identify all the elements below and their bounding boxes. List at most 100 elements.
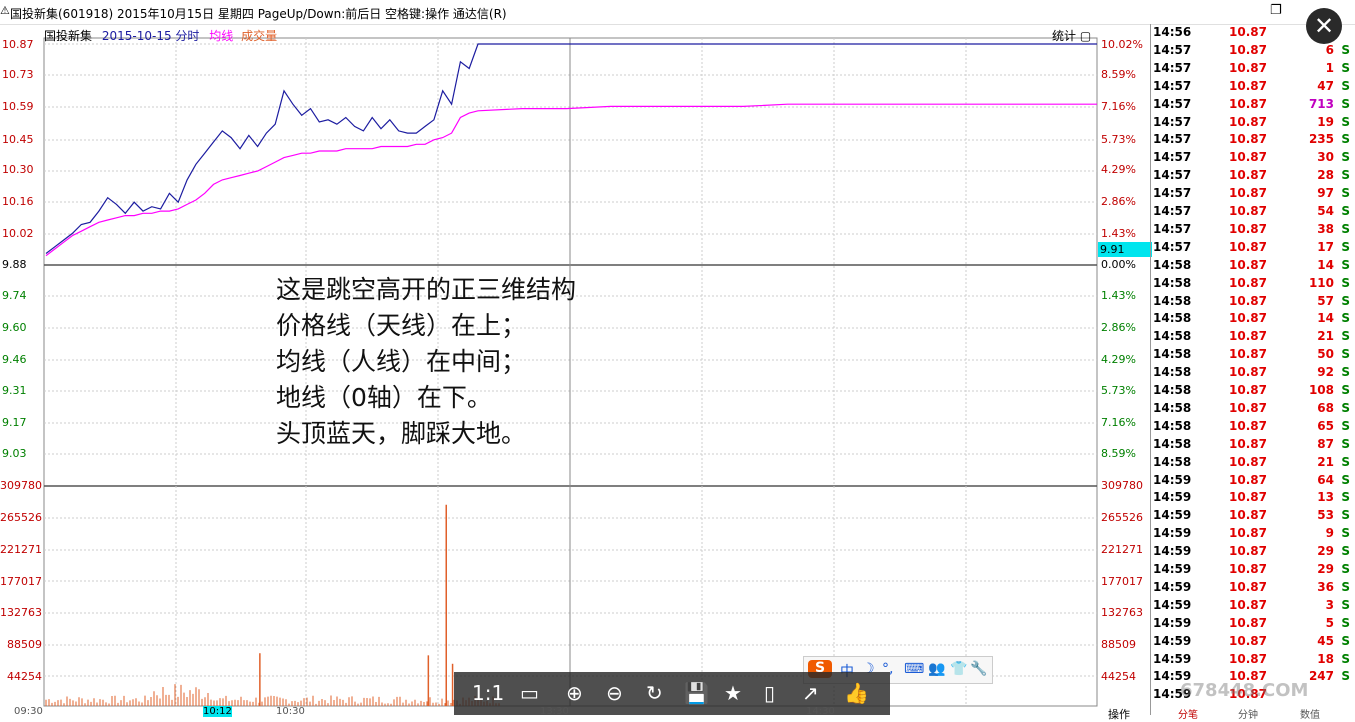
- tick-time: 14:59: [1153, 633, 1192, 648]
- tick-volume: 29: [1317, 562, 1334, 576]
- rotate-icon[interactable]: ↻: [646, 681, 663, 705]
- tick-price: 10.87: [1229, 436, 1267, 451]
- shirt-icon[interactable]: 👕: [950, 661, 967, 677]
- stock-name: 国投新集: [44, 29, 93, 43]
- zoom-in-icon[interactable]: ⊕: [566, 681, 583, 705]
- tick-side: S: [1341, 383, 1350, 397]
- favorite-icon[interactable]: ★: [724, 681, 742, 705]
- tick-time: 14:58: [1153, 311, 1192, 326]
- avg-price-line: [45, 103, 1097, 257]
- tick-volume: 21: [1317, 329, 1334, 344]
- tick-side: S: [1341, 329, 1350, 344]
- keyboard-icon[interactable]: ⌨: [904, 661, 924, 677]
- tick-time: 14:58: [1153, 329, 1192, 344]
- tab-values[interactable]: 数值: [1300, 706, 1320, 721]
- tick-row: 14:59 10.87 36 S: [1151, 580, 1355, 598]
- tick-volume: 6: [1325, 42, 1334, 57]
- tick-row: 14:58 10.87 21 S: [1151, 455, 1355, 473]
- tick-price: 10.87: [1229, 651, 1267, 666]
- tick-time: 14:58: [1153, 400, 1192, 415]
- tick-row: 14:58 10.87 14 S: [1151, 258, 1355, 276]
- volume-axis-label: 265526: [0, 511, 42, 524]
- tick-row: 14:59 10.87 29 S: [1151, 562, 1355, 580]
- tick-time: 14:58: [1153, 436, 1192, 451]
- time-label: 09:30: [14, 706, 43, 717]
- time-label: 14:30: [806, 706, 835, 717]
- tick-time: 14:59: [1153, 526, 1192, 541]
- tick-volume: 235: [1308, 132, 1334, 147]
- tick-volume: 68: [1317, 400, 1334, 415]
- price-axis-label: 9.17: [2, 416, 27, 429]
- tick-price: 10.87: [1229, 544, 1267, 559]
- tab-operate[interactable]: 操作: [1108, 706, 1130, 722]
- pct-axis-label: 5.73%: [1101, 384, 1136, 397]
- volume-axis-label-right: 44254: [1101, 670, 1136, 683]
- stats-button[interactable]: 统计 ▢: [1052, 27, 1091, 44]
- tick-time: 14:57: [1153, 168, 1192, 183]
- tab-minutes[interactable]: 分钟: [1238, 706, 1258, 721]
- tick-row: 14:59 10.87 64 S: [1151, 473, 1355, 491]
- tick-list[interactable]: 14:56 10.87 14:57 10.87 6 S 14:57 10.87 1 S 14:57 1…: [1150, 24, 1355, 715]
- like-icon[interactable]: 👍: [844, 681, 869, 705]
- tick-time: 14:58: [1153, 293, 1192, 308]
- tick-time: 14:57: [1153, 221, 1192, 236]
- price-axis-label: 10.73: [2, 68, 34, 81]
- tick-side: S: [1341, 579, 1350, 594]
- window-icon: ▢: [1079, 29, 1092, 43]
- tick-price: 10.87: [1229, 562, 1267, 576]
- tick-row: 14:58 10.87 21 S: [1151, 329, 1355, 347]
- fit-window-icon[interactable]: ▭: [520, 681, 539, 705]
- restore-button[interactable]: ❐: [1270, 3, 1282, 18]
- tick-volume: 3: [1325, 597, 1334, 612]
- pct-axis-label: 7.16%: [1101, 100, 1136, 113]
- time-label: 13:30: [540, 706, 569, 717]
- share-icon[interactable]: ↗: [802, 681, 819, 705]
- tick-price: 10.87: [1229, 311, 1267, 326]
- pct-axis-label: 7.16%: [1101, 416, 1136, 429]
- tick-volume: 17: [1317, 239, 1334, 254]
- phone-icon[interactable]: ▯: [764, 681, 775, 705]
- tick-time: 14:57: [1153, 78, 1192, 93]
- annotation-line: 地线（0轴）在下。: [276, 383, 492, 412]
- tick-side: S: [1341, 365, 1350, 380]
- stats-button-label: 统计: [1052, 29, 1077, 43]
- tick-row: 14:57 10.87 6 S: [1151, 43, 1355, 61]
- tick-time: 14:58: [1153, 383, 1192, 397]
- tick-time: 14:58: [1153, 275, 1192, 290]
- tab-ticks[interactable]: 分笔: [1178, 706, 1198, 721]
- tick-side: S: [1341, 114, 1350, 129]
- tick-row: 14:58 10.87 14 S: [1151, 311, 1355, 329]
- tick-time: 14:58: [1153, 347, 1192, 362]
- actual-size-button[interactable]: 1:1: [472, 681, 504, 705]
- tick-side: S: [1341, 293, 1350, 308]
- tick-volume: 9: [1325, 526, 1334, 541]
- annotation-line: 均线（人线）在中间；: [276, 347, 527, 376]
- tick-volume: 713: [1308, 96, 1334, 111]
- pct-axis-label: 10.02%: [1101, 38, 1143, 51]
- tick-side: S: [1341, 490, 1350, 505]
- time-label: 10:30: [276, 706, 305, 717]
- tick-side: S: [1341, 257, 1350, 272]
- price-axis-label: 9.03: [2, 447, 27, 460]
- tick-volume: 54: [1317, 204, 1334, 218]
- tick-side: S: [1341, 526, 1350, 541]
- date-mode: 2015-10-15 分时: [101, 29, 200, 43]
- zoom-out-icon[interactable]: ⊖: [606, 681, 623, 705]
- save-icon[interactable]: 💾: [684, 681, 709, 705]
- tick-side: S: [1341, 472, 1350, 487]
- tick-row: 14:58 10.87 50 S: [1151, 347, 1355, 365]
- volume-axis-label: 88509: [7, 638, 42, 651]
- tick-price: 10.87: [1229, 60, 1267, 75]
- tick-time: 14:57: [1153, 204, 1192, 218]
- volume-legend: 成交量: [241, 29, 278, 43]
- tick-side: S: [1341, 400, 1350, 415]
- volume-axis-label-right: 221271: [1101, 543, 1143, 556]
- pct-axis-label: 8.59%: [1101, 447, 1136, 460]
- tick-side: S: [1341, 132, 1350, 147]
- wrench-icon[interactable]: 🔧: [970, 661, 987, 677]
- tick-row: 14:59 10.87 3 S: [1151, 598, 1355, 616]
- tick-price: 10.87: [1229, 490, 1267, 505]
- tick-side: S: [1341, 78, 1350, 93]
- tick-side: S: [1341, 168, 1350, 183]
- users-icon[interactable]: 👥: [928, 661, 945, 677]
